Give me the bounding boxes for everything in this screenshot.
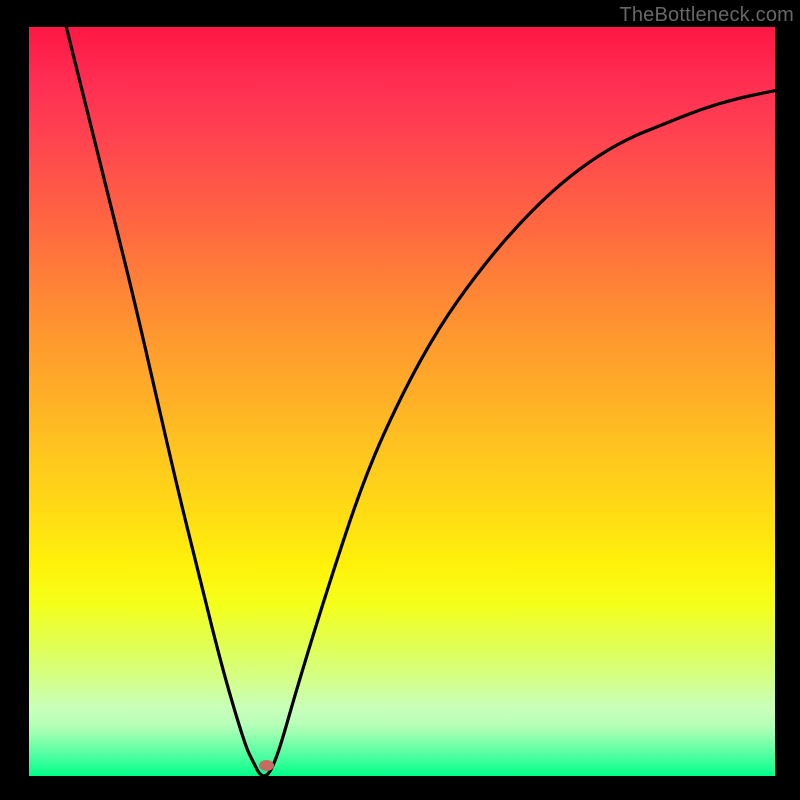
watermark-text: TheBottleneck.com — [619, 4, 794, 27]
chart-plot-area — [29, 27, 775, 776]
chart-frame: TheBottleneck.com — [0, 0, 800, 800]
bottleneck-curve — [29, 27, 775, 776]
